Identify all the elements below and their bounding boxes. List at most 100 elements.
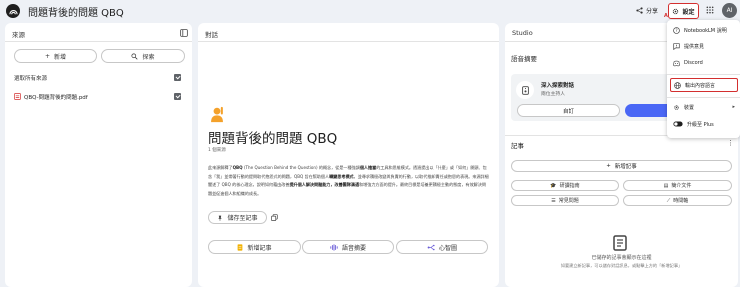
deep-dive-title: 深入探索對話 xyxy=(541,83,575,89)
empty-notes-icon xyxy=(613,235,627,251)
menu-item-label: 裝置 xyxy=(684,104,695,111)
audio-wave-icon xyxy=(330,243,338,251)
customize-button[interactable]: 自訂 xyxy=(517,104,620,117)
share-label: 分享 xyxy=(646,8,659,15)
select-all-checkbox[interactable] xyxy=(174,74,181,81)
deep-dive-subtitle: 兩位主持人 xyxy=(541,92,565,97)
sources-panel-title: 來源 xyxy=(12,31,25,39)
sources-panel: 來源 + 新增 探索 選取所有來源 QBQ-問題背後的問題.pdf xyxy=(5,23,192,287)
notebook-title: 問題背後的問題 QBQ xyxy=(208,131,338,147)
menu-item-label: NotebookLM 說明 xyxy=(684,27,727,34)
add-note-action-button[interactable]: 新增記事 xyxy=(208,240,301,254)
menu-item-label: 輸出內容語言 xyxy=(685,82,716,89)
search-sparkle-icon xyxy=(131,52,139,60)
menu-item-label: Discord xyxy=(684,60,703,66)
chevron-right-icon: ▸ xyxy=(732,104,735,110)
toggle-icon xyxy=(673,121,683,127)
menu-item-discord[interactable]: Discord xyxy=(670,56,738,70)
summary-bold-text: QBQ xyxy=(232,165,243,170)
help-icon: ? xyxy=(673,26,680,34)
note-icon xyxy=(238,243,243,251)
faq-icon: ☰ xyxy=(551,197,556,204)
gear-icon xyxy=(673,8,679,14)
more-options-icon[interactable]: ⋮ xyxy=(727,139,734,147)
menu-divider xyxy=(667,74,740,75)
summary-text: 此來源解釋了 xyxy=(208,165,233,170)
menu-item-device[interactable]: 裝置 ▸ xyxy=(670,100,738,114)
summary-bold-text: 個人擔當 xyxy=(359,165,377,170)
chat-panel-title: 對話 xyxy=(205,31,218,39)
feedback-icon xyxy=(673,42,680,50)
discover-sources-button[interactable]: 探索 xyxy=(101,49,185,63)
document-icon: ▤ xyxy=(663,182,669,189)
save-to-notes-button[interactable]: 儲存至記事 xyxy=(208,211,267,224)
panel-divider xyxy=(5,41,192,42)
person-raising-hand-emoji-icon xyxy=(211,106,223,123)
study-guide-label: 研讀指南 xyxy=(559,183,580,189)
faq-button[interactable]: ☰ 常見問題 xyxy=(511,195,619,206)
menu-item-output-language[interactable]: 輸出內容語言 xyxy=(670,78,738,92)
timeline-icon: ⟋ xyxy=(666,197,671,204)
copy-icon[interactable] xyxy=(271,214,278,221)
mind-map-action-label: 心智圖 xyxy=(438,244,457,252)
add-source-label: 新增 xyxy=(54,53,67,61)
panel-divider xyxy=(198,41,499,42)
menu-item-help[interactable]: ? NotebookLM 說明 xyxy=(670,23,738,37)
menu-item-feedback[interactable]: 提供意見 xyxy=(670,39,738,53)
add-note-label: 新增記事 xyxy=(614,164,637,170)
briefing-doc-label: 簡介文件 xyxy=(671,183,692,189)
summary-bold-text: 提升個人解決問題能力，改善團隊溝通 xyxy=(289,182,360,188)
settings-button[interactable]: 設定 xyxy=(668,3,699,19)
pdf-file-icon xyxy=(14,93,21,100)
source-count: 1 個來源 xyxy=(208,148,226,153)
podcast-icon xyxy=(516,81,534,99)
discover-sources-label: 探索 xyxy=(142,53,155,61)
timeline-button[interactable]: ⟋ 時間軸 xyxy=(623,195,732,206)
mind-map-action-button[interactable]: 心智圖 xyxy=(396,240,488,254)
study-guide-button[interactable]: 🎓 研讀指南 xyxy=(511,180,619,191)
source-item[interactable]: QBQ-問題背後的問題.pdf xyxy=(14,92,186,101)
audio-overview-title: 語音摘要 xyxy=(511,55,537,63)
pin-icon xyxy=(218,215,223,221)
menu-item-upgrade-plus[interactable]: 升級至 Plus xyxy=(670,117,738,131)
annotation-label-a: A xyxy=(664,13,668,19)
plus-icon: + xyxy=(44,52,50,60)
studio-panel-title: Studio xyxy=(512,29,533,37)
collapse-panel-icon[interactable] xyxy=(180,29,188,37)
plus-icon: + xyxy=(606,163,611,169)
source-item-checkbox[interactable] xyxy=(174,93,181,100)
add-source-button[interactable]: + 新增 xyxy=(14,49,97,63)
source-item-name: QBQ-問題背後的問題.pdf xyxy=(24,95,88,101)
notes-title: 記事 xyxy=(511,142,524,150)
top-bar: 問題背後的問題 QBQ 分享 設定 AI xyxy=(0,0,740,22)
summary-text: (The Question Behind the Question) 的概念，從… xyxy=(242,165,360,170)
timeline-label: 時間軸 xyxy=(673,198,689,204)
faq-label: 常見問題 xyxy=(558,198,579,204)
select-all-label: 選取所有來源 xyxy=(14,76,48,82)
notebook-summary: 此來源解釋了QBQ (The Question Behind the Quest… xyxy=(208,164,489,198)
audio-overview-action-label: 語音摘要 xyxy=(341,244,366,252)
apps-grid-icon[interactable] xyxy=(706,6,714,14)
discord-icon xyxy=(673,60,680,66)
device-icon xyxy=(674,104,679,110)
graduation-cap-icon: 🎓 xyxy=(550,182,557,189)
add-note-button[interactable]: + 新增記事 xyxy=(511,160,732,172)
globe-icon xyxy=(674,81,681,89)
summary-bold-text: 轉變思考模式 xyxy=(329,173,354,179)
save-to-notes-label: 儲存至記事 xyxy=(227,215,258,222)
mind-map-icon xyxy=(427,244,435,250)
share-button[interactable]: 分享 xyxy=(636,6,658,15)
avatar[interactable]: AI xyxy=(722,3,737,18)
briefing-doc-button[interactable]: ▤ 簡介文件 xyxy=(623,180,732,191)
menu-item-label: 提供意見 xyxy=(684,43,705,50)
share-icon xyxy=(636,7,643,14)
empty-notes-description: 如要建立新記事，可以儲存對話訊息，或點擊上方的「新增記事」 xyxy=(560,263,683,268)
settings-label: 設定 xyxy=(682,8,695,16)
menu-item-label: 升級至 Plus xyxy=(687,121,714,128)
notebooklm-logo-icon[interactable] xyxy=(6,4,20,18)
empty-notes-title: 已儲存的記事會顯示在這裡 xyxy=(591,255,652,261)
menu-divider xyxy=(667,97,740,98)
audio-overview-action-button[interactable]: 語音摘要 xyxy=(302,240,394,254)
svg-text:?: ? xyxy=(675,28,677,33)
add-note-action-label: 新增記事 xyxy=(247,244,272,252)
